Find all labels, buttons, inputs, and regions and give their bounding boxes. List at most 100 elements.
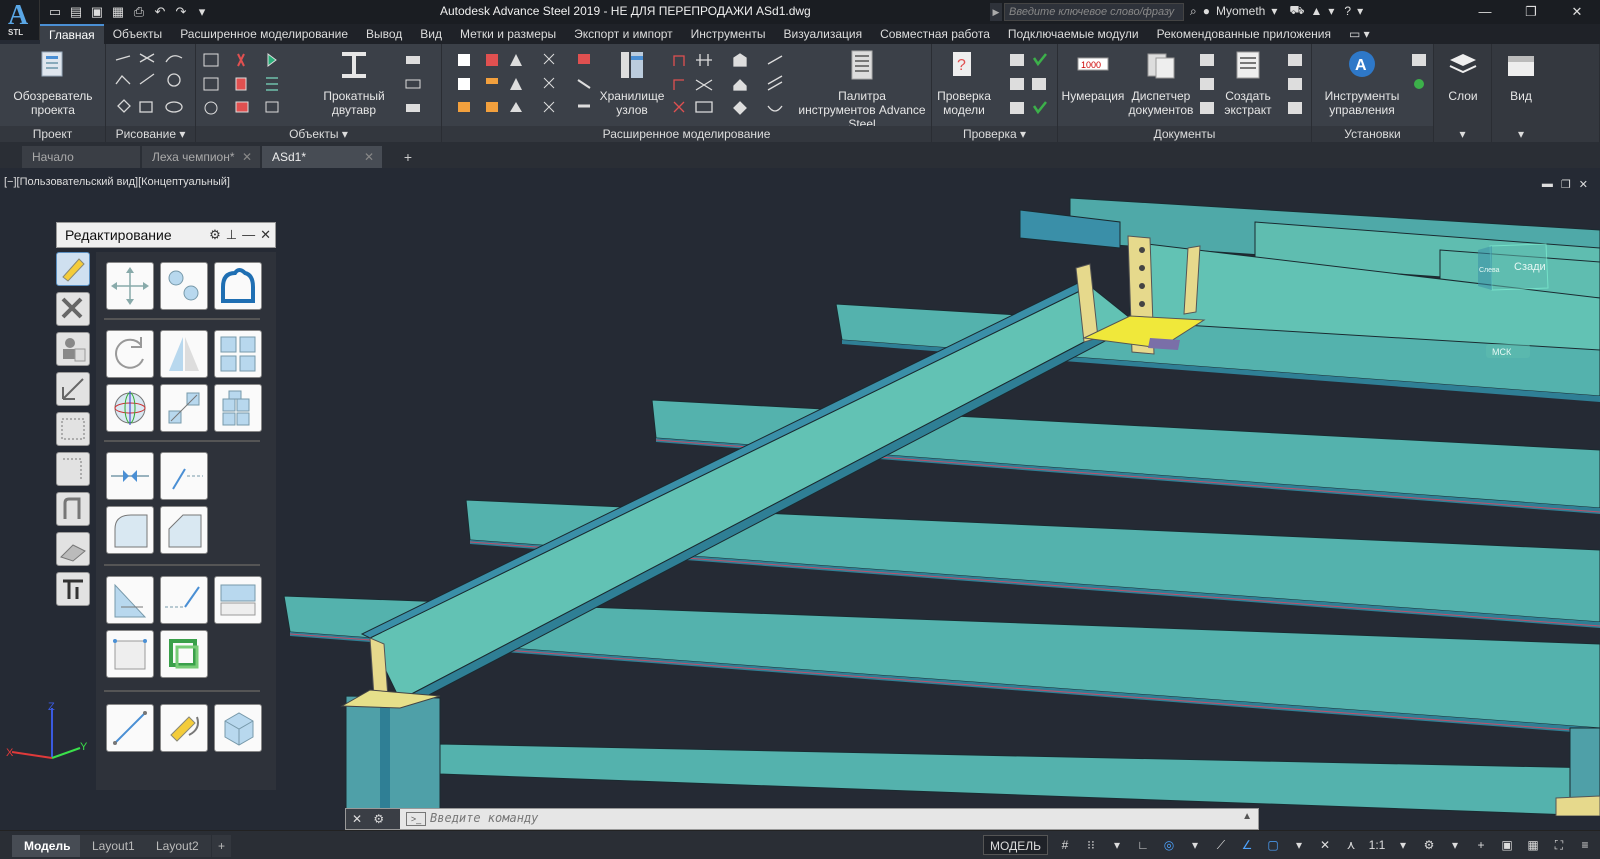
annotation-visibility-icon[interactable]: ⋏: [1342, 835, 1360, 855]
viewport-restore-icon[interactable]: ❐: [1561, 178, 1571, 191]
ortho-icon[interactable]: ∟: [1134, 835, 1152, 855]
mirror-tool-icon[interactable]: [160, 330, 208, 378]
command-input[interactable]: Введите команду: [430, 811, 538, 825]
hardware-accel-icon[interactable]: ▦: [1524, 835, 1542, 855]
redo-icon[interactable]: ↷: [172, 3, 190, 21]
tab-plugins[interactable]: Подключаемые модули: [999, 24, 1148, 44]
copy-tool-icon[interactable]: [160, 262, 208, 310]
layers-dropdown-icon[interactable]: ▾: [1434, 126, 1491, 142]
mgmt-tools-button[interactable]: A Инструменты управления: [1316, 48, 1408, 117]
object-snap-icon[interactable]: ▢: [1264, 835, 1282, 855]
documents-extra-icons[interactable]: [1286, 50, 1308, 118]
palette-minimize-icon[interactable]: —: [242, 223, 255, 247]
category-section-icon[interactable]: [56, 452, 90, 486]
objects-tools-icons[interactable]: [200, 50, 300, 118]
join-tool-icon[interactable]: [160, 576, 208, 624]
restore-icon[interactable]: ❐: [1508, 0, 1554, 24]
annotation-scale-value[interactable]: 1:1: [1368, 835, 1386, 855]
viewport-controls-label[interactable]: [−][Пользовательский вид][Концептуальный…: [4, 176, 230, 188]
move-tool-icon[interactable]: [106, 262, 154, 310]
offset-tool-icon[interactable]: [214, 262, 262, 310]
ribbon-options-icon[interactable]: ▭ ▾: [1340, 24, 1379, 44]
layout-tab-2[interactable]: Layout2: [144, 835, 211, 857]
cart-icon[interactable]: ⛟: [1289, 3, 1304, 19]
documents-small-icons[interactable]: [1198, 50, 1218, 118]
search-input[interactable]: Введите ключевое слово/фразу: [1004, 3, 1184, 21]
palette-pin-icon[interactable]: ⊥: [226, 223, 237, 247]
print-icon[interactable]: ⎙: [130, 3, 148, 21]
search-expand-icon[interactable]: ▶: [990, 3, 1002, 21]
rotate-tool-icon[interactable]: [106, 330, 154, 378]
category-edit-pencil-icon[interactable]: [56, 252, 90, 286]
fillet-tool-icon[interactable]: [106, 506, 154, 554]
cmd-prompt-icon[interactable]: >_: [406, 812, 426, 826]
tab-export-import[interactable]: Экспорт и импорт: [565, 24, 682, 44]
array-tool-icon[interactable]: [214, 330, 262, 378]
open-file-icon[interactable]: ▤: [67, 3, 85, 21]
workspace-gear-icon[interactable]: ⚙: [1420, 835, 1438, 855]
cmd-customize-icon[interactable]: ⚙: [373, 812, 384, 826]
annotation-scale-icon[interactable]: ✕: [1316, 835, 1334, 855]
viewport-minimize-icon[interactable]: ▬: [1542, 178, 1553, 191]
lengthen-tool-icon[interactable]: [106, 704, 154, 752]
user-dropdown-icon[interactable]: ▾: [1271, 4, 1277, 18]
tab-objects[interactable]: Объекты: [104, 24, 172, 44]
group-objects-label[interactable]: Объекты ▾: [196, 126, 441, 142]
tool-palette-button[interactable]: Палитра инструментов Advance Steel: [798, 48, 926, 131]
advanced-tools-icons[interactable]: [448, 50, 598, 118]
node-storage-button[interactable]: Хранилище узлов: [596, 48, 668, 117]
break-tool-icon[interactable]: [106, 452, 154, 500]
user-icon[interactable]: ●: [1203, 4, 1210, 18]
app-menu-button[interactable]: A STL: [0, 0, 40, 40]
grid-icon[interactable]: #: [1056, 835, 1074, 855]
category-user-icon[interactable]: [56, 332, 90, 366]
osnap-dropdown-icon[interactable]: ▾: [1290, 835, 1308, 855]
stretch-tool-icon[interactable]: [214, 576, 262, 624]
plus-icon[interactable]: +: [1472, 835, 1490, 855]
extend-tool-icon[interactable]: [106, 576, 154, 624]
project-browser-button[interactable]: Обозреватель проекта: [8, 48, 98, 117]
undo-icon[interactable]: ↶: [151, 3, 169, 21]
rotate-3d-tool-icon[interactable]: [106, 384, 154, 432]
settings-small-icons[interactable]: [1410, 50, 1432, 118]
model-space-button[interactable]: МОДЕЛЬ: [983, 835, 1048, 855]
model-check-button[interactable]: ? Проверка модели: [934, 48, 994, 117]
workspace-dropdown-icon[interactable]: ▾: [1446, 835, 1464, 855]
layout-tab-1[interactable]: Layout1: [80, 835, 147, 857]
minimize-icon[interactable]: —: [1462, 0, 1508, 24]
snap-dropdown-icon[interactable]: ▾: [1108, 835, 1126, 855]
isodraft-icon[interactable]: ⟋: [1212, 835, 1230, 855]
doc-tab-asd1[interactable]: ASd1* ✕: [262, 146, 382, 168]
close-tab-icon[interactable]: ✕: [242, 146, 252, 168]
check-tools-icons[interactable]: [1006, 50, 1054, 118]
category-stairs-icon[interactable]: [56, 532, 90, 566]
group-check-label[interactable]: Проверка ▾: [932, 126, 1057, 142]
scale-dropdown-icon[interactable]: ▾: [1394, 835, 1412, 855]
category-dimension-icon[interactable]: [56, 372, 90, 406]
clean-screen-icon[interactable]: ⛶: [1550, 835, 1568, 855]
align-3d-tool-icon[interactable]: [160, 384, 208, 432]
tab-advanced-modeling[interactable]: Расширенное моделирование: [171, 24, 357, 44]
isolate-icon[interactable]: ▣: [1498, 835, 1516, 855]
new-tab-icon[interactable]: +: [398, 148, 418, 166]
pedit-tool-icon[interactable]: [160, 704, 208, 752]
tab-visualization[interactable]: Визуализация: [775, 24, 872, 44]
tab-output[interactable]: Вывод: [357, 24, 411, 44]
view-cube-side[interactable]: Слева: [1479, 267, 1500, 274]
scale-tool-icon[interactable]: [106, 630, 154, 678]
group-drawing-label[interactable]: Рисование ▾: [106, 126, 195, 142]
a360-icon[interactable]: ▲: [1310, 4, 1322, 18]
trim-tool-icon[interactable]: [160, 452, 208, 500]
drawing-tools-icons[interactable]: [110, 50, 194, 118]
tab-labels-dimensions[interactable]: Метки и размеры: [451, 24, 565, 44]
doc-tab-start[interactable]: Начало: [22, 146, 140, 168]
3d-array-tool-icon[interactable]: [214, 384, 262, 432]
offset-frame-tool-icon[interactable]: [160, 630, 208, 678]
new-file-icon[interactable]: ▭: [46, 3, 64, 21]
save-as-icon[interactable]: ▦: [109, 3, 127, 21]
category-text-icon[interactable]: [56, 572, 90, 606]
rolled-ibeam-button[interactable]: Прокатный двутавр: [314, 48, 394, 117]
close-icon[interactable]: ✕: [1554, 0, 1600, 24]
layers-button[interactable]: Слои: [1436, 48, 1490, 103]
tab-tools[interactable]: Инструменты: [682, 24, 775, 44]
